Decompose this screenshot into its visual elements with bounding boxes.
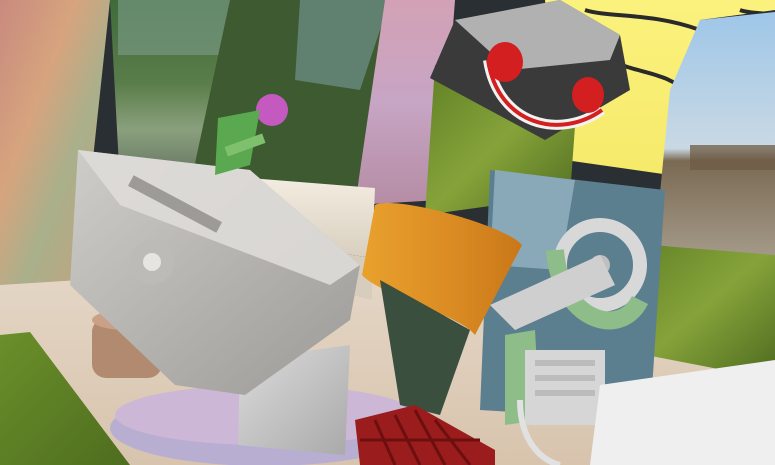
headphones-cup-right — [572, 77, 604, 113]
motorbike-engine-fins-2 — [535, 375, 595, 381]
headphones-cup-left — [487, 42, 523, 82]
motorbike-engine-fins — [535, 360, 595, 366]
toolbox-latch-inner — [143, 253, 161, 271]
scene-canvas — [0, 0, 775, 465]
scene-viewport — [0, 0, 775, 465]
green-toy-figure-head — [256, 94, 288, 126]
desert-rocks — [690, 145, 775, 170]
motorbike-engine-fins-3 — [535, 390, 595, 396]
